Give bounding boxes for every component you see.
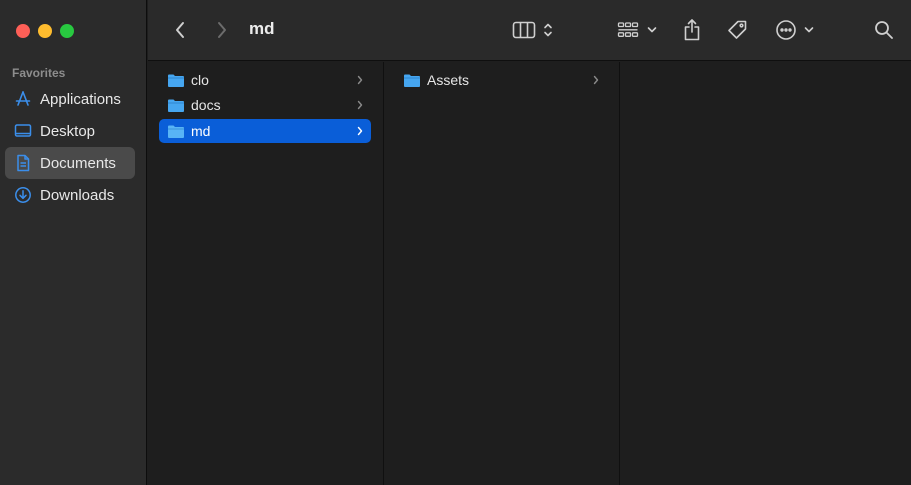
column-browser: clo docs md Assets (148, 62, 911, 485)
item-name: clo (191, 72, 209, 88)
folder-icon (168, 125, 184, 138)
sidebar-item-label: Desktop (40, 122, 96, 140)
back-icon[interactable] (170, 19, 190, 41)
item-name: Assets (427, 72, 470, 88)
column-view-icon[interactable] (511, 20, 537, 40)
folder-icon (168, 74, 184, 87)
minimize-button[interactable] (38, 24, 52, 38)
column-1[interactable]: clo docs md (148, 62, 384, 485)
chevron-right-icon (357, 100, 363, 110)
more-icon[interactable] (774, 18, 798, 42)
forward-icon[interactable] (212, 19, 232, 41)
item-name: md (191, 123, 211, 139)
tag-icon[interactable] (725, 18, 749, 42)
sidebar-item-documents[interactable]: Documents (5, 147, 135, 179)
document-icon (13, 153, 33, 173)
close-button[interactable] (16, 24, 30, 38)
desktop-icon (13, 121, 33, 141)
list-item[interactable]: Assets (395, 68, 607, 92)
list-item[interactable]: docs (159, 93, 371, 117)
window-controls (16, 24, 74, 38)
column-2[interactable]: Assets (384, 62, 620, 485)
sidebar-section-title: Favorites (12, 66, 66, 80)
group-chevron-icon[interactable] (646, 22, 658, 38)
finder-window: Favorites Applications Desktop Documents… (0, 0, 911, 485)
group-grid-icon[interactable] (616, 20, 640, 40)
zoom-button[interactable] (60, 24, 74, 38)
window-title: md (249, 19, 275, 38)
share-icon[interactable] (681, 17, 703, 43)
sidebar-item-label: Downloads (40, 186, 115, 204)
toolbar: md (148, 0, 911, 61)
item-name: docs (191, 97, 221, 113)
sidebar-item-label: Documents (40, 154, 116, 172)
chevron-right-icon (593, 75, 599, 85)
chevron-right-icon (357, 75, 363, 85)
search-icon[interactable] (873, 19, 895, 41)
sidebar: Favorites Applications Desktop Documents… (0, 0, 147, 485)
sidebar-item-downloads[interactable]: Downloads (5, 179, 135, 211)
chevron-right-icon (357, 126, 363, 136)
list-item[interactable]: md (159, 119, 371, 143)
folder-icon (404, 74, 420, 87)
view-options-chevron-icon[interactable] (541, 20, 555, 40)
sidebar-item-desktop[interactable]: Desktop (5, 115, 135, 147)
more-chevron-icon[interactable] (803, 22, 815, 38)
sidebar-list: Applications Desktop Documents Downloads (5, 83, 135, 211)
column-3[interactable] (620, 62, 911, 485)
downloads-icon (13, 185, 33, 205)
list-item[interactable]: clo (159, 68, 371, 92)
folder-icon (168, 99, 184, 112)
sidebar-item-label: Applications (40, 90, 121, 108)
sidebar-item-applications[interactable]: Applications (5, 83, 135, 115)
applications-icon (13, 89, 33, 109)
